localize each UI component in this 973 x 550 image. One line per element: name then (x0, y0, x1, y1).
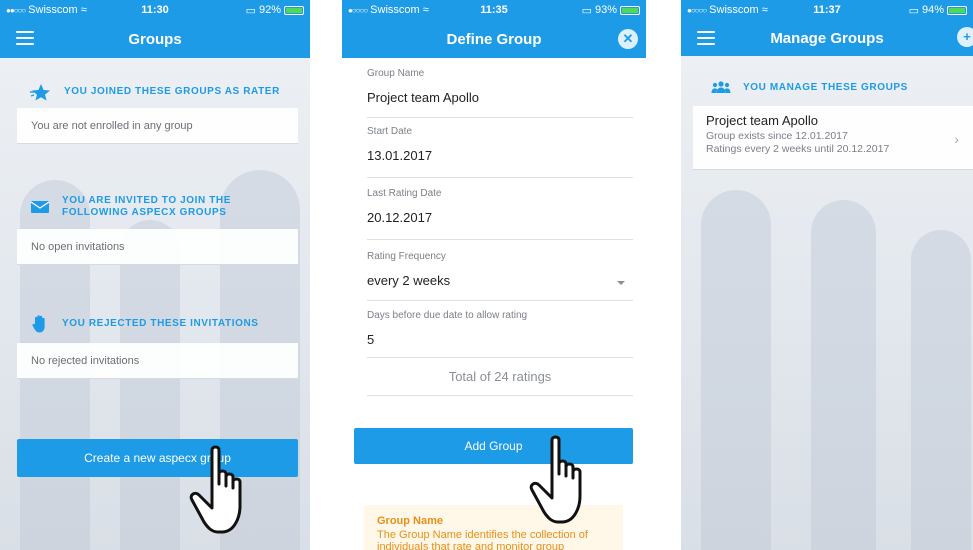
manage-groups-screen: ●○○○○ Swisscom ≈ 11:37 ▭ 94% Manage Groups … (681, 0, 973, 550)
status-time: 11:35 (480, 4, 508, 16)
last-rating-date-field[interactable]: Last Rating Date 20.12.2017 (367, 188, 633, 240)
battery-icon (947, 5, 967, 15)
screen-mirror-icon: ▭ (245, 4, 256, 17)
pointing-hand-icon (529, 435, 582, 524)
chevron-down-icon[interactable] (617, 281, 625, 285)
hamburger-menu-icon[interactable] (697, 31, 715, 45)
close-icon[interactable]: ✕ (618, 29, 638, 49)
battery-icon (284, 5, 304, 15)
status-bar: ●○○○○ Swisscom ≈ 11:35 ▭ 93% (342, 0, 646, 20)
wifi-icon: ≈ (422, 4, 429, 16)
status-time: 11:30 (141, 4, 169, 16)
add-icon[interactable]: + (957, 27, 973, 47)
battery-icon (620, 5, 640, 15)
signal-icon: ●○○○○ (687, 5, 707, 15)
nav-bar: Groups (0, 20, 310, 58)
hamburger-menu-icon[interactable] (16, 31, 34, 45)
invitations-empty: No open invitations (17, 229, 298, 265)
pointing-hand-icon (189, 445, 242, 534)
chevron-right-icon: › (954, 131, 959, 147)
wifi-icon: ≈ (80, 4, 87, 16)
signal-icon: ●○○○○ (348, 5, 368, 15)
rating-frequency-select[interactable]: Rating Frequency every 2 weeks (367, 251, 633, 301)
start-date-field[interactable]: Start Date 13.01.2017 (367, 126, 633, 178)
people-group-icon (711, 81, 731, 93)
status-bar: ●○○○○ Swisscom ≈ 11:37 ▭ 94% (681, 0, 973, 20)
managed-group-item[interactable]: Project team Apollo Group exists since 1… (693, 106, 973, 170)
status-bar: ●●○○○ Swisscom ≈ 11:30 ▭ 92% (0, 0, 310, 20)
section-invited-heading: YOU ARE INVITED TO JOIN THE FOLLOWING ASP… (30, 195, 231, 219)
wifi-icon: ≈ (761, 4, 768, 16)
joined-groups-empty: You are not enrolled in any group (17, 108, 298, 144)
days-before-due-field[interactable]: Days before due date to allow rating 5 (367, 310, 633, 358)
signal-icon: ●●○○○ (6, 5, 26, 15)
page-title: Define Group (446, 30, 542, 48)
star-icon (30, 84, 50, 101)
group-name-field[interactable]: Group Name Project team Apollo (367, 68, 633, 118)
section-joined-heading: YOU JOINED THESE GROUPS AS RATER (30, 83, 280, 101)
screen-mirror-icon: ▭ (581, 4, 592, 17)
envelope-icon (30, 201, 50, 213)
page-title: Manage Groups (770, 29, 884, 47)
total-ratings-text: Total of 24 ratings (367, 366, 633, 396)
nav-bar: Manage Groups + (681, 20, 973, 56)
hand-stop-icon (32, 315, 45, 333)
screen-mirror-icon: ▭ (908, 4, 919, 17)
nav-bar: Define Group ✕ (342, 20, 646, 58)
status-time: 11:37 (813, 4, 841, 16)
section-rejected-heading: YOU REJECTED THESE INVITATIONS (30, 314, 259, 334)
rejected-invitations-empty: No rejected invitations (17, 343, 298, 379)
page-title: Groups (128, 30, 182, 48)
managed-groups-heading: YOU MANAGE THESE GROUPS (711, 80, 908, 94)
